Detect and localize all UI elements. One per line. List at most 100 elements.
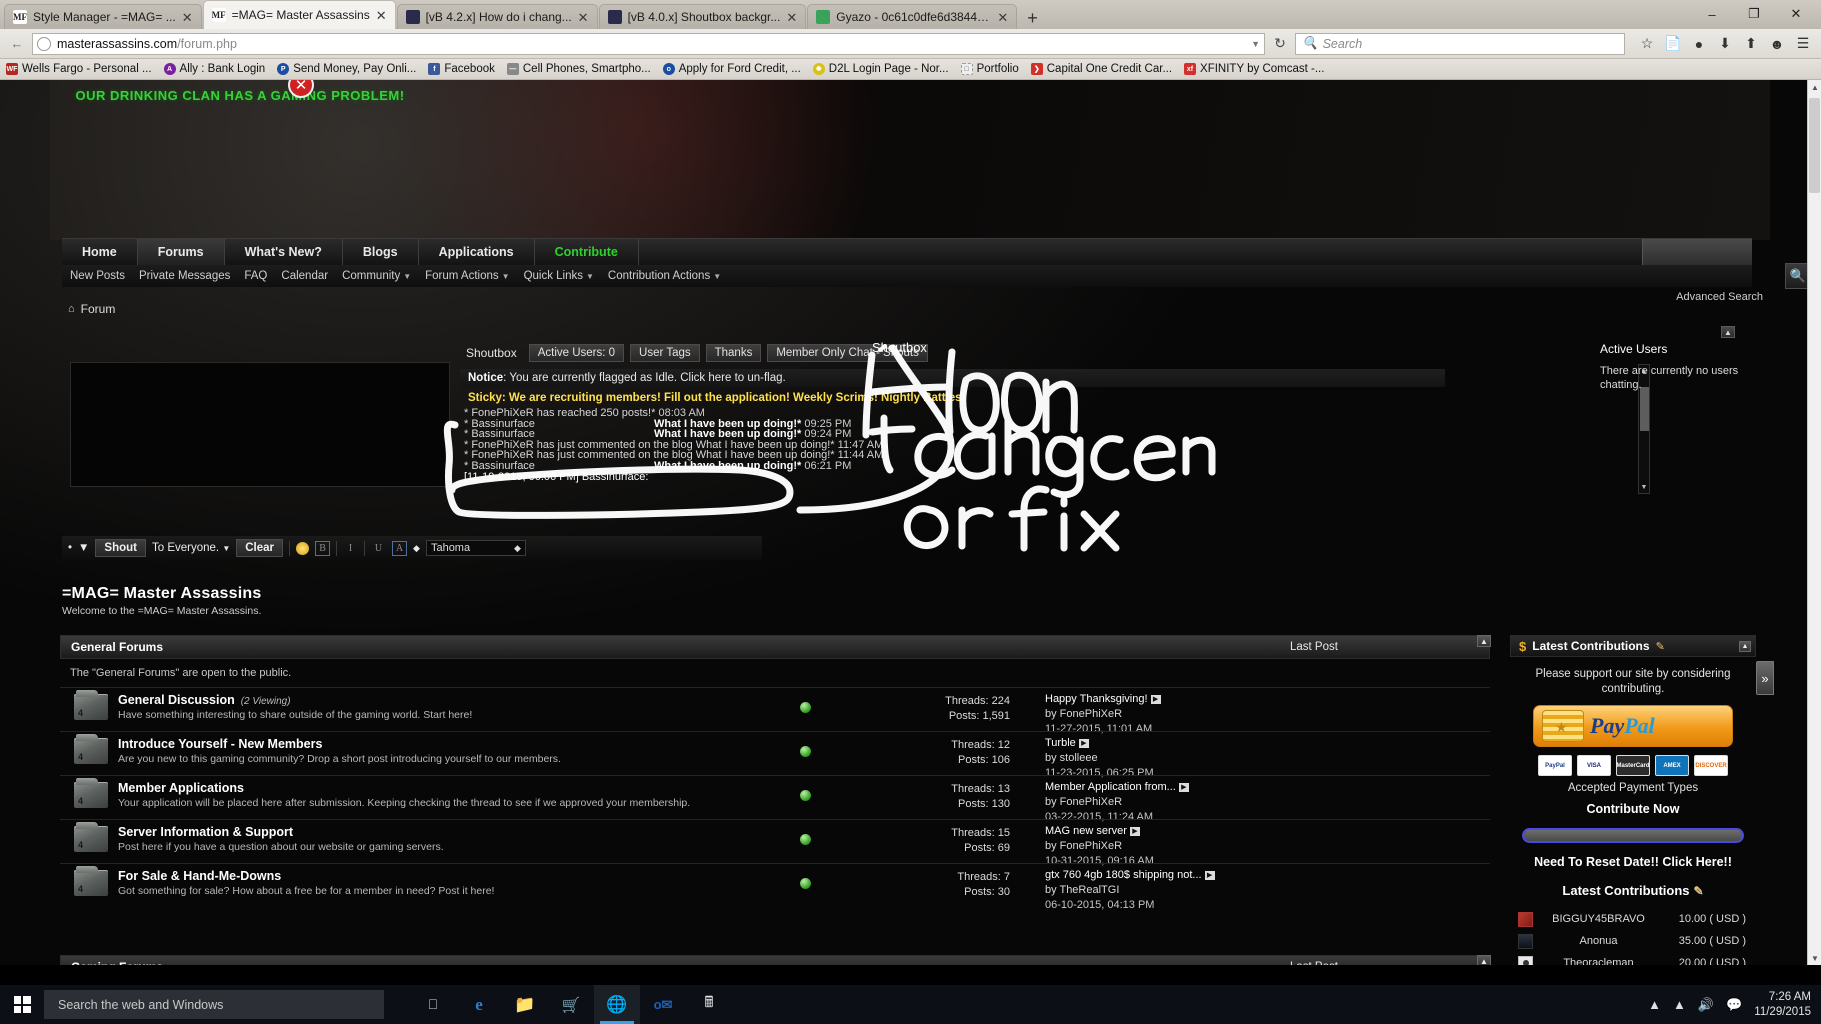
- last-post-author[interactable]: by stolleee: [1045, 751, 1305, 766]
- scroll-down-icon[interactable]: ▼: [1639, 481, 1649, 493]
- close-icon[interactable]: ✕: [786, 11, 797, 24]
- close-icon[interactable]: ✕: [376, 9, 387, 22]
- list-item[interactable]: BIGGUY45BRAVO 10.00 ( USD ): [1516, 908, 1750, 930]
- contributor-name[interactable]: Theoracleman: [1540, 957, 1657, 965]
- forum-row[interactable]: 4 Introduce Yourself - New Members Are y…: [60, 731, 1490, 779]
- address-bar[interactable]: masterassassins.com/forum.php ▼: [32, 32, 1265, 55]
- bookmark-item[interactable]: □ Portfolio: [960, 63, 1019, 75]
- scroll-down-icon[interactable]: ▼: [1808, 951, 1821, 965]
- scrollbar-thumb[interactable]: [1809, 98, 1820, 193]
- subnav-contribution-actions[interactable]: Contribution Actions ▼: [608, 270, 721, 282]
- category-collapse-button[interactable]: ▲: [1477, 955, 1491, 965]
- close-icon[interactable]: ✕: [997, 11, 1008, 24]
- download-icon[interactable]: ⬇: [1713, 32, 1737, 56]
- pencil-icon[interactable]: ✎: [1656, 640, 1665, 653]
- shout-recipient-select[interactable]: To Everyone. ▼: [152, 542, 230, 554]
- bookmark-item[interactable]: A Ally : Bank Login: [163, 63, 265, 75]
- color-picker-icon[interactable]: ◆: [413, 543, 420, 554]
- home-icon[interactable]: ⌂: [68, 303, 75, 315]
- action-center-icon[interactable]: 💬: [1726, 997, 1742, 1013]
- shoutbox-notice[interactable]: Notice: You are currently flagged as Idl…: [460, 369, 1445, 387]
- browser-tab[interactable]: MF Style Manager - =MAG= ... ✕: [4, 4, 202, 29]
- category-header[interactable]: Gaming Forums Last Post ▲: [60, 955, 1491, 965]
- shoutbox-tab-active-users[interactable]: Active Users: 0: [528, 344, 625, 362]
- bookmark-item[interactable]: ✹ D2L Login Page - Nor...: [812, 63, 949, 75]
- bookmark-item[interactable]: o Apply for Ford Credit, ...: [662, 63, 801, 75]
- color-button[interactable]: A: [392, 540, 408, 556]
- advanced-search-link[interactable]: Advanced Search: [1676, 291, 1763, 303]
- shoutbox-collapse-button[interactable]: ▲: [1721, 326, 1735, 338]
- file-explorer-icon[interactable]: 📁: [502, 985, 548, 1024]
- account-icon[interactable]: ☻: [1765, 32, 1789, 56]
- sidebar-collapse-button[interactable]: ▲: [1739, 640, 1751, 652]
- contribute-now-link[interactable]: Contribute Now: [1516, 802, 1750, 816]
- close-icon[interactable]: ✕: [578, 11, 589, 24]
- nav-tab-whats-new[interactable]: What's New?: [225, 239, 343, 265]
- maximize-icon[interactable]: ❐: [1733, 0, 1775, 28]
- star-icon[interactable]: ☆: [1635, 32, 1659, 56]
- shoutbox-tab-user-tags[interactable]: User Tags: [630, 344, 700, 362]
- task-view-icon[interactable]: ⎕: [410, 985, 456, 1024]
- shoutbox-tab-thanks[interactable]: Thanks: [705, 344, 762, 362]
- nav-tab-forums[interactable]: Forums: [137, 239, 225, 265]
- nav-tab-blogs[interactable]: Blogs: [343, 239, 419, 265]
- subnav-community[interactable]: Community ▼: [342, 270, 411, 282]
- forum-row[interactable]: 4 General Discussion (2 Viewing) Have som…: [60, 687, 1490, 735]
- chevron-down-icon[interactable]: ▼: [78, 542, 89, 554]
- chevron-down-icon[interactable]: ▼: [1251, 39, 1260, 49]
- bookmark-item[interactable]: xf XFINITY by Comcast -...: [1184, 63, 1324, 75]
- back-icon[interactable]: ←: [6, 33, 28, 55]
- underline-button[interactable]: U: [371, 541, 386, 556]
- subnav-new-posts[interactable]: New Posts: [70, 270, 125, 282]
- outlook-icon[interactable]: o✉: [640, 985, 686, 1024]
- shout-button[interactable]: Shout: [95, 539, 146, 557]
- new-tab-button[interactable]: +: [1018, 9, 1047, 29]
- browser-search-input[interactable]: 🔍 Search: [1295, 32, 1625, 55]
- subnav-calendar[interactable]: Calendar: [281, 270, 328, 282]
- start-button[interactable]: [0, 985, 44, 1024]
- list-item[interactable]: Theoracleman 20.00 ( USD ): [1516, 952, 1750, 965]
- close-window-icon[interactable]: ✕: [1775, 0, 1817, 28]
- last-post-title[interactable]: MAG new server ▶: [1045, 824, 1305, 839]
- last-post-author[interactable]: by TheRealTGI: [1045, 883, 1305, 898]
- last-post-author[interactable]: by FonePhiXeR: [1045, 839, 1305, 854]
- last-post-title[interactable]: Member Application from... ▶: [1045, 780, 1305, 795]
- home-icon[interactable]: ⬆: [1739, 32, 1763, 56]
- sidebar-expand-button[interactable]: »: [1756, 661, 1774, 695]
- breadcrumb-forum[interactable]: Forum: [81, 302, 116, 316]
- pocket-icon[interactable]: ●: [1687, 32, 1711, 56]
- browser-tab[interactable]: Gyazo - 0c61c0dfe6d3844e... ✕: [807, 4, 1018, 29]
- list-item[interactable]: Anonua 35.00 ( USD ): [1516, 930, 1750, 952]
- subnav-faq[interactable]: FAQ: [244, 270, 267, 282]
- nav-tab-applications[interactable]: Applications: [419, 239, 535, 265]
- pencil-icon[interactable]: ✎: [1694, 884, 1704, 898]
- nav-search-box[interactable]: [1642, 239, 1752, 266]
- go-to-last-post-icon[interactable]: ▶: [1078, 738, 1089, 748]
- contributor-name[interactable]: Anonua: [1540, 935, 1657, 947]
- bookmark-item[interactable]: f Facebook: [428, 63, 495, 75]
- firefox-icon[interactable]: 🌐: [594, 985, 640, 1024]
- bold-button[interactable]: B: [315, 540, 331, 556]
- close-icon[interactable]: ✕: [182, 11, 193, 24]
- browser-tab[interactable]: [vB 4.2.x] How do i chang... ✕: [396, 4, 598, 29]
- reset-date-link[interactable]: Need To Reset Date!! Click Here!!: [1516, 855, 1750, 869]
- category-collapse-button[interactable]: ▲: [1477, 635, 1491, 647]
- go-to-last-post-icon[interactable]: ▶: [1178, 782, 1189, 792]
- go-to-last-post-icon[interactable]: ▶: [1129, 826, 1140, 836]
- last-post-title[interactable]: Turble ▶: [1045, 736, 1305, 751]
- edge-icon[interactable]: e: [456, 985, 502, 1024]
- go-to-last-post-icon[interactable]: ▶: [1150, 694, 1161, 704]
- clock[interactable]: 7:26 AM 11/29/2015: [1754, 990, 1811, 1020]
- bookmark-item[interactable]: ❯ Capital One Credit Car...: [1030, 63, 1172, 75]
- network-icon[interactable]: ▲: [1673, 997, 1686, 1012]
- bookmark-item[interactable]: WF Wells Fargo - Personal ...: [6, 63, 152, 75]
- nav-tab-contribute[interactable]: Contribute: [535, 239, 639, 265]
- italic-button[interactable]: I: [343, 541, 358, 556]
- subnav-quick-links[interactable]: Quick Links ▼: [524, 270, 594, 282]
- volume-icon[interactable]: 🔊: [1698, 997, 1714, 1013]
- taskbar-search-input[interactable]: Search the web and Windows: [44, 990, 384, 1019]
- subnav-forum-actions[interactable]: Forum Actions ▼: [425, 270, 509, 282]
- reload-icon[interactable]: ↻: [1269, 33, 1291, 55]
- last-post-author[interactable]: by FonePhiXeR: [1045, 707, 1305, 722]
- smiley-icon[interactable]: [296, 541, 310, 555]
